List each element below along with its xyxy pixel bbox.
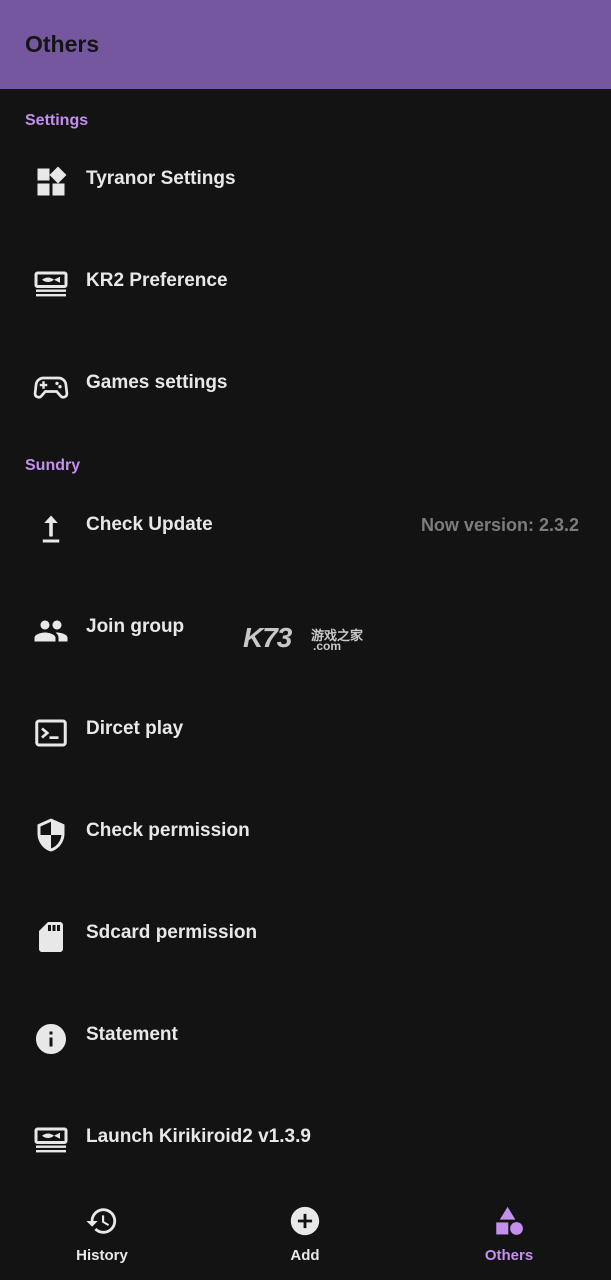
page-title: Others [25, 31, 100, 57]
gamepad-icon [32, 368, 70, 406]
app-root: Others Settings Tyranor Settings KR2 Pre… [0, 0, 611, 1280]
terminal-icon [32, 714, 70, 752]
section-header-settings: Settings [25, 112, 89, 129]
shapes-icon [496, 1206, 523, 1235]
menu-item-label: Check permission [86, 820, 250, 841]
app-bar: Others [0, 0, 611, 89]
nav-add-label: Add [290, 1247, 320, 1264]
sdcard-icon [32, 918, 70, 956]
nav-others-label: Others [484, 1247, 534, 1264]
section-header-sundry: Sundry [25, 457, 81, 474]
k73-watermark: K73 游戏之家 .com [243, 622, 363, 654]
menu-item-games-settings[interactable]: Games settings [0, 334, 611, 436]
info-icon [32, 1020, 70, 1058]
menu-item-check-permission[interactable]: Check permission [0, 782, 611, 884]
menu-item-label: Games settings [86, 372, 228, 393]
kr2-logo-icon [32, 1122, 70, 1160]
menu-item-label: Dircet play [86, 718, 184, 739]
watermark-brand: K73 [243, 622, 292, 653]
menu-item-join-group[interactable]: Join group [0, 578, 611, 680]
bottom-navigation: History Add Others [0, 1192, 611, 1280]
nav-others[interactable]: Others [429, 1192, 589, 1280]
version-text: Now version: 2.3.2 [420, 515, 579, 535]
upload-arrow-icon [32, 510, 70, 548]
widgets-icon [32, 163, 70, 201]
menu-item-label: KR2 Preference [86, 270, 228, 291]
menu-item-label: Check Update [86, 514, 213, 535]
nav-add[interactable]: Add [225, 1192, 385, 1280]
menu-item-label: Launch Kirikiroid2 v1.3.9 [86, 1126, 311, 1147]
menu-item-tyranor-settings[interactable]: Tyranor Settings [0, 130, 611, 232]
menu-item-label: Tyranor Settings [86, 168, 236, 189]
menu-item-statement[interactable]: Statement [0, 986, 611, 1088]
menu-item-label: Sdcard permission [86, 922, 258, 943]
watermark-domain: .com [313, 639, 342, 653]
menu-item-label: Join group [86, 616, 185, 637]
menu-item-direct-play[interactable]: Dircet play [0, 680, 611, 782]
shield-icon [32, 816, 70, 854]
menu-item-check-update[interactable]: Check Update Now version: 2.3.2 [0, 476, 611, 578]
menu-item-kr2-preference[interactable]: KR2 Preference [0, 232, 611, 334]
nav-history[interactable]: History [22, 1192, 182, 1280]
menu-item-sdcard-permission[interactable]: Sdcard permission [0, 884, 611, 986]
history-icon [86, 1208, 117, 1234]
add-circle-icon [290, 1206, 320, 1236]
people-icon [32, 612, 70, 650]
menu-item-label: Statement [86, 1024, 178, 1045]
menu-item-launch-kirikiroid2[interactable]: Launch Kirikiroid2 v1.3.9 [0, 1088, 611, 1190]
nav-history-label: History [76, 1247, 128, 1264]
kr2-logo-icon [32, 266, 70, 304]
